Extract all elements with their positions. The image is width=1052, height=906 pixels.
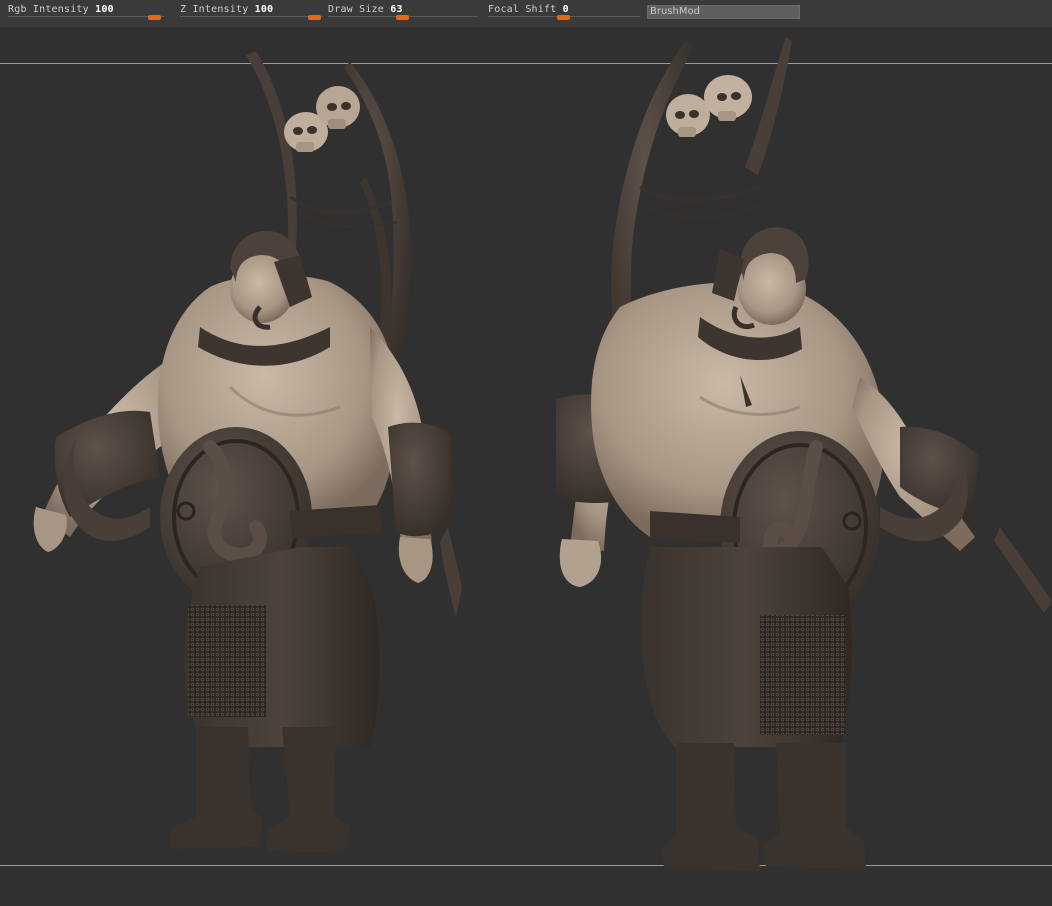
focal-shift-label: Focal Shift 0 bbox=[488, 4, 569, 15]
draw-size-label: Draw Size 63 bbox=[328, 4, 403, 15]
skull-icon bbox=[666, 75, 752, 137]
draw-size-knob[interactable] bbox=[396, 15, 409, 20]
sculpt-viewport[interactable] bbox=[0, 27, 1052, 906]
toolbar: Rgb Intensity 100 Z Intensity 100 Draw S… bbox=[0, 0, 1052, 27]
document-canvas[interactable] bbox=[0, 27, 1052, 906]
z-intensity-slider[interactable]: Z Intensity 100 bbox=[180, 0, 323, 27]
draw-size-slider[interactable]: Draw Size 63 bbox=[328, 0, 478, 27]
rgb-intensity-value: 100 bbox=[95, 4, 114, 15]
rgb-intensity-knob[interactable] bbox=[148, 15, 161, 20]
draw-size-value: 63 bbox=[390, 4, 403, 15]
focal-shift-slider[interactable]: Focal Shift 0 bbox=[488, 0, 640, 27]
rgb-intensity-label: Rgb Intensity 100 bbox=[8, 4, 114, 15]
ogre-front-view[interactable] bbox=[33, 51, 462, 853]
skull-icon bbox=[284, 86, 360, 152]
z-intensity-label: Z Intensity 100 bbox=[180, 4, 274, 15]
z-intensity-track[interactable] bbox=[180, 16, 323, 17]
z-intensity-knob[interactable] bbox=[308, 15, 321, 20]
z-intensity-value: 100 bbox=[254, 4, 274, 15]
rgb-intensity-slider[interactable]: Rgb Intensity 100 bbox=[8, 0, 164, 27]
rgb-intensity-track[interactable] bbox=[8, 16, 164, 17]
brush-mod-field[interactable]: BrushMod bbox=[647, 5, 800, 19]
ogre-side-view[interactable] bbox=[556, 37, 1052, 871]
focal-shift-value: 0 bbox=[562, 4, 569, 15]
focal-shift-knob[interactable] bbox=[557, 15, 570, 20]
